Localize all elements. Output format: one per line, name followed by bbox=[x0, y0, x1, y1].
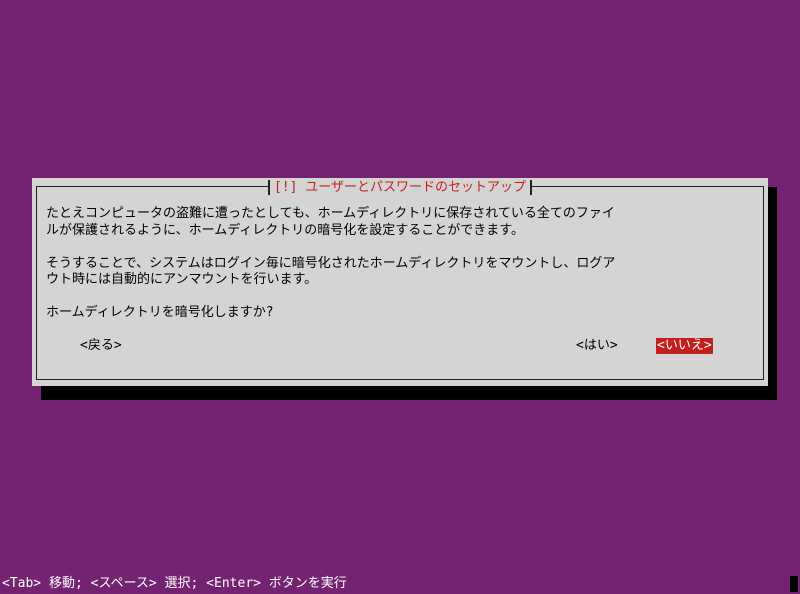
paragraph1-line1: たとえコンピュータの盗難に遭ったとしても、ホームディレクトリに保存されている全て… bbox=[46, 206, 615, 221]
dialog-message: たとえコンピュータの盗難に遭ったとしても、ホームディレクトリに保存されている全て… bbox=[46, 206, 754, 322]
question: ホームディレクトリを暗号化しますか? bbox=[46, 305, 274, 320]
paragraph2-line2: ウト時には自動的にアンマウントを行います。 bbox=[46, 272, 318, 287]
status-bar-help: <Tab> 移動; <スペース> 選択; <Enter> ボタンを実行 bbox=[2, 576, 347, 591]
paragraph1-line2: ルが保護されるように、ホームディレクトリの暗号化を設定することができます。 bbox=[46, 222, 525, 238]
encrypt-home-dialog: [!] ユーザーとパスワードのセットアップ たとえコンピュータの盗難に遭ったとし… bbox=[32, 178, 768, 386]
dialog-title-bar: [!] ユーザーとパスワードのセットアップ bbox=[32, 178, 768, 195]
yes-button[interactable]: <はい> bbox=[576, 338, 618, 354]
paragraph2-line1: そうすることで、システムはログイン毎に暗号化されたホームディレクトリをマウントし… bbox=[46, 255, 616, 271]
terminal-cursor bbox=[790, 576, 798, 592]
back-button[interactable]: <戻る> bbox=[80, 338, 122, 354]
dialog-title: [!] ユーザーとパスワードのセットアップ bbox=[267, 180, 533, 195]
no-button[interactable]: <いいえ> bbox=[656, 338, 713, 354]
